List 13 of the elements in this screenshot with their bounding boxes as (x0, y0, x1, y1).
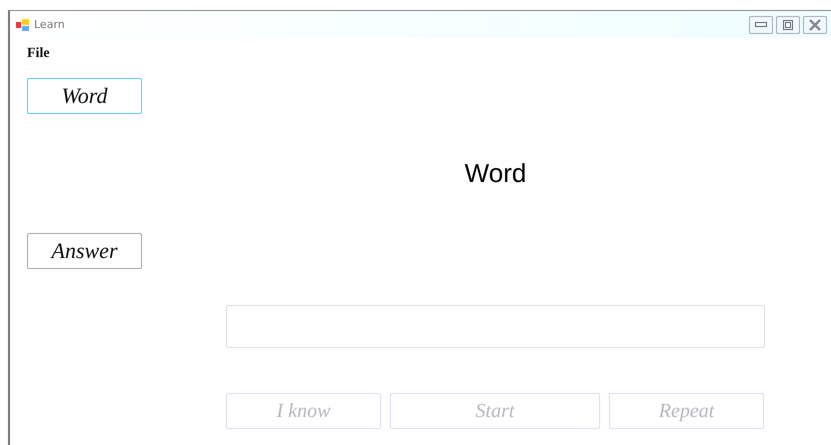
window-title: Learn (34, 18, 66, 31)
close-icon (809, 18, 821, 30)
menu-item[interactable]: File (25, 44, 52, 64)
maximize-button[interactable] (776, 16, 800, 34)
word-label: Word (464, 158, 528, 190)
side-button[interactable]: Answer (27, 233, 142, 269)
minimize-icon (755, 22, 767, 28)
maximize-icon (783, 20, 793, 30)
close-button[interactable] (803, 16, 827, 34)
answer-field[interactable] (226, 305, 765, 348)
app-icon (16, 18, 30, 30)
side-button[interactable]: Word (27, 78, 142, 114)
minimize-button[interactable] (749, 16, 773, 34)
